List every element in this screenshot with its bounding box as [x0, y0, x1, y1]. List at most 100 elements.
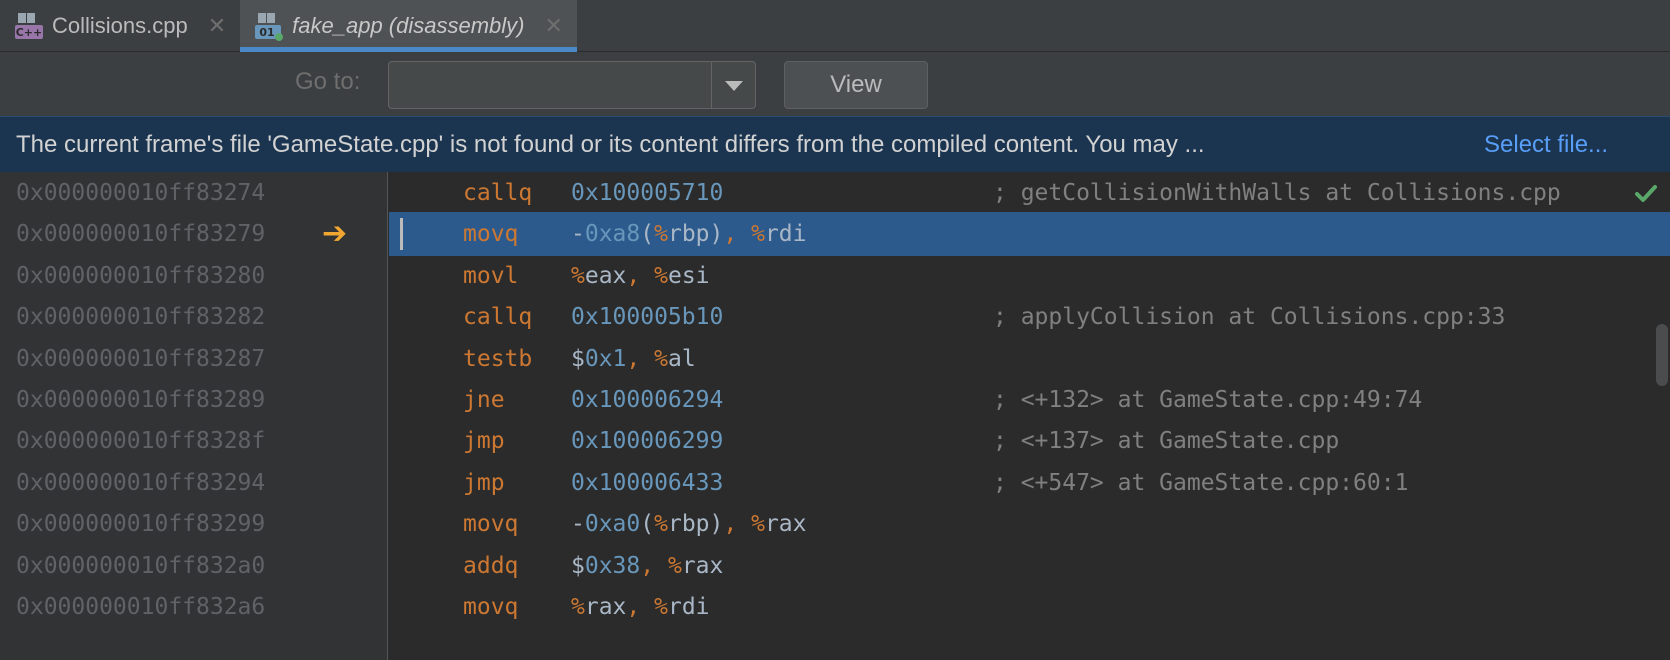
operand-token: %: [654, 594, 668, 620]
instruction-row[interactable]: testb $0x1, %al: [389, 337, 1670, 381]
address-row[interactable]: 0x000000010ff83279 ➔: [0, 212, 388, 256]
instruction-address: 0x000000010ff83299: [16, 511, 266, 538]
instruction-area[interactable]: movq %rax, %rdi addq $0x38, %rax movq -0xa0(%…: [389, 172, 1670, 660]
checkmark-icon: [1632, 180, 1660, 208]
instruction-operands: -0xa8(%rbp), %rdi: [571, 212, 806, 256]
address-row[interactable]: 0x000000010ff83274: [0, 171, 388, 215]
operand-token: rdi: [667, 594, 710, 620]
operand-token: -: [571, 511, 585, 538]
operand-token: %: [654, 221, 668, 248]
instruction-row[interactable]: movq -0xa0(%rbp), %rax: [389, 502, 1670, 546]
instruction-row[interactable]: jne 0x100006294 ; <+132> at GameState.cpp:…: [389, 378, 1670, 422]
address-row[interactable]: 0x000000010ff83289: [0, 378, 388, 422]
operand-token: rax: [764, 511, 807, 538]
instruction-address: 0x000000010ff8328f: [16, 428, 266, 455]
instruction-row[interactable]: movl %eax, %esi: [389, 254, 1670, 298]
instruction-mnemonic: callq: [463, 304, 533, 331]
operand-token: 0x38: [584, 552, 641, 579]
operand-token: %: [654, 262, 668, 289]
close-icon[interactable]: ✕: [545, 13, 563, 39]
view-button[interactable]: View: [784, 61, 928, 109]
operand-token: rax: [681, 552, 724, 579]
address-row[interactable]: 0x000000010ff83299: [0, 502, 388, 546]
operand-token: %: [654, 345, 668, 372]
chevron-down-icon[interactable]: [725, 81, 743, 91]
instruction-address: 0x000000010ff83274: [16, 180, 266, 206]
operand-token: 0xa0: [584, 511, 641, 538]
instruction-comment: ; <+547> at GameState.cpp:60:1: [993, 469, 1409, 496]
address-row[interactable]: 0x000000010ff832a6: [0, 585, 388, 629]
instruction-address: 0x000000010ff83279: [16, 221, 266, 248]
operand-token: eax: [584, 262, 627, 289]
instruction-row[interactable]: callq 0x100005b10 ; applyCollision at Coll…: [389, 295, 1670, 339]
operand-token: ,: [640, 552, 668, 579]
instruction-mnemonic: addq: [463, 552, 519, 579]
tab-label: fake_app (disassembly): [292, 13, 525, 38]
address-row[interactable]: 0x000000010ff8328f: [0, 419, 388, 463]
address-gutter[interactable]: 0x000000010ff83274 0x000000010ff83279 ➔ 0x0…: [0, 172, 388, 660]
instruction-operands: 0x100005b10: [571, 295, 723, 339]
instruction-address: 0x000000010ff83287: [16, 345, 266, 372]
operand-token: esi: [667, 262, 710, 289]
instruction-comment: ; getCollisionWithWalls at Collisions.cp…: [993, 180, 1561, 206]
operand-token: %: [571, 594, 585, 620]
instruction-row[interactable]: addq $0x38, %rax: [389, 544, 1670, 588]
instruction-comment: ; <+137> at GameState.cpp: [993, 428, 1340, 455]
instruction-row[interactable]: callq 0x100005710 ; getCollisionWithWalls …: [389, 171, 1670, 215]
operand-token: ,: [626, 345, 655, 372]
instruction-mnemonic: jne: [463, 387, 505, 413]
vertical-scrollbar[interactable]: [1656, 324, 1668, 386]
operand-token: ,: [723, 511, 752, 538]
instruction-mnemonic: movq: [463, 511, 519, 538]
address-row[interactable]: 0x000000010ff83280: [0, 254, 388, 298]
instruction-operands: 0x100005710: [571, 171, 723, 215]
instruction-row[interactable]: jmp 0x100006433 ; <+547> at GameState.cpp:…: [389, 461, 1670, 505]
disassembly-editor: 0x000000010ff83274 0x000000010ff83279 ➔ 0x0…: [0, 172, 1670, 660]
instruction-address: 0x000000010ff83294: [16, 469, 266, 496]
operand-token: %: [667, 552, 682, 579]
operand-token: (: [640, 511, 655, 538]
instruction-address: 0x000000010ff83289: [16, 387, 266, 413]
address-row[interactable]: 0x000000010ff83294: [0, 461, 388, 505]
operand-token: ,: [723, 221, 752, 248]
operand-token: %: [571, 262, 585, 289]
instruction-operands: 0x100006433: [571, 461, 723, 505]
instruction-address: 0x000000010ff83280: [16, 262, 266, 289]
operand-token: al: [667, 345, 696, 372]
operand-token: 0x100005b10: [571, 304, 724, 331]
operand-token: 0x100006299: [571, 428, 724, 455]
editor-tab-bar: C++ Collisions.cpp ✕ 01 fake_app (disass…: [0, 0, 1670, 52]
operand-token: rax: [584, 594, 627, 620]
address-row[interactable]: 0x000000010ff83282: [0, 295, 388, 339]
close-icon[interactable]: ✕: [208, 13, 226, 39]
instruction-address: 0x000000010ff83282: [16, 304, 266, 331]
operand-token: (: [640, 221, 655, 248]
goto-label: Go to:: [295, 68, 361, 95]
operand-token: %: [751, 221, 765, 248]
instruction-row[interactable]: movq %rax, %rdi: [389, 585, 1670, 629]
instruction-address: 0x000000010ff832a0: [16, 552, 266, 579]
instruction-operands: $0x1, %al: [571, 337, 696, 381]
address-row[interactable]: 0x000000010ff83287: [0, 337, 388, 381]
goto-combobox[interactable]: [388, 61, 756, 109]
cpp-file-icon: C++: [14, 11, 44, 41]
operand-token: %: [654, 511, 668, 538]
select-file-link[interactable]: Select file...: [1484, 131, 1608, 159]
operand-token: rdi: [764, 221, 807, 248]
tab-disassembly[interactable]: 01 fake_app (disassembly) ✕: [240, 0, 577, 52]
instruction-row[interactable]: jmp 0x100006299 ; <+137> at GameState.cpp: [389, 419, 1670, 463]
instruction-operands: %eax, %esi: [571, 254, 710, 298]
tab-collisions-cpp[interactable]: C++ Collisions.cpp ✕: [0, 0, 240, 52]
instruction-address: 0x000000010ff832a6: [16, 594, 266, 620]
instruction-mnemonic: jmp: [463, 469, 505, 496]
instruction-operands: $0x38, %rax: [571, 544, 723, 588]
operand-token: 0x1: [584, 345, 627, 372]
operand-token: ): [709, 511, 724, 538]
address-row[interactable]: 0x000000010ff832a0: [0, 544, 388, 588]
operand-token: rbp: [667, 511, 710, 538]
disassembly-toolbar: Go to: View: [0, 52, 1670, 116]
instruction-comment: ; <+132> at GameState.cpp:49:74: [993, 387, 1423, 413]
current-instruction-row[interactable]: movq -0xa8(%rbp), %rdi: [389, 212, 1670, 257]
operand-token: 0xa8: [584, 221, 641, 248]
instruction-mnemonic: movq: [463, 221, 519, 248]
